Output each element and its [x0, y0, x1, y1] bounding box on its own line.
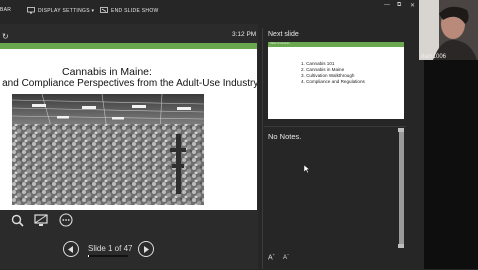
minimize-icon[interactable]: —	[384, 2, 390, 8]
decrease-font-button[interactable]: A−	[283, 252, 289, 261]
next-slide-label: Next slide	[268, 31, 299, 38]
more-options-button[interactable]	[59, 213, 73, 227]
presenter-toolbar: BAR DISPLAY SETTINGS ▾ END SLIDE SHOW — …	[0, 0, 478, 24]
magnifier-icon	[11, 214, 24, 227]
refresh-icon[interactable]: ↻	[2, 32, 9, 41]
panel-divider[interactable]	[262, 28, 263, 269]
chevron-right-icon	[144, 245, 149, 253]
next-slide-button[interactable]	[138, 241, 154, 257]
next-slide-accent-bar: Table of Contents	[268, 42, 404, 47]
next-slide-agenda: 1. Cannabis 101 2. Cannabis in Maine 3. …	[301, 61, 365, 85]
display-settings-label: DISPLAY SETTINGS ▾	[38, 7, 95, 14]
slide-title: Cannabis in Maine:	[62, 66, 152, 78]
participant-video[interactable]	[419, 0, 478, 60]
end-show-icon	[100, 7, 108, 13]
agenda-item: 4. Compliance and Regulations	[301, 79, 365, 84]
restore-icon[interactable]: ⧉	[397, 2, 401, 9]
slide-subtitle: ion and Compliance Perspectives from the…	[0, 78, 257, 89]
cannabis-grow-room-photo	[12, 94, 204, 205]
mouse-cursor-icon	[304, 165, 310, 173]
zoom-button[interactable]	[10, 213, 24, 227]
more-options-icon	[59, 213, 73, 227]
previous-slide-button[interactable]	[63, 241, 79, 257]
screen-toggle-icon	[34, 213, 48, 226]
chevron-left-icon	[68, 245, 73, 253]
notes-scrollbar[interactable]	[399, 132, 404, 245]
current-slide[interactable]: Cannabis in Maine: ion and Compliance Pe…	[0, 43, 257, 210]
increase-font-button[interactable]: A+	[268, 252, 275, 261]
slide-counter[interactable]: Slide 1 of 47	[88, 244, 132, 253]
end-slide-show-label: END SLIDE SHOW	[111, 7, 159, 14]
participant-name: dam1006	[421, 54, 447, 60]
black-screen-button[interactable]	[34, 213, 48, 227]
next-slide-bar-text: Table of Contents	[270, 42, 290, 45]
slide-progress-bar	[88, 255, 128, 257]
display-settings-button[interactable]: DISPLAY SETTINGS ▾	[27, 7, 94, 14]
close-icon[interactable]: ✕	[410, 2, 415, 9]
notes-scroll-down[interactable]	[398, 244, 404, 248]
clock: 3:12 PM	[232, 31, 257, 38]
monitor-icon	[27, 7, 35, 14]
end-slide-show-button[interactable]: END SLIDE SHOW	[100, 7, 159, 14]
notes-panel[interactable]	[264, 126, 406, 270]
notes-text: No Notes.	[268, 132, 302, 141]
slide-progress-fill	[88, 255, 89, 257]
next-slide-preview[interactable]: Table of Contents 1. Cannabis 101 2. Can…	[268, 42, 404, 119]
toolbar-taskbar-label[interactable]: BAR	[0, 7, 11, 13]
slide-accent-bar	[0, 43, 257, 49]
